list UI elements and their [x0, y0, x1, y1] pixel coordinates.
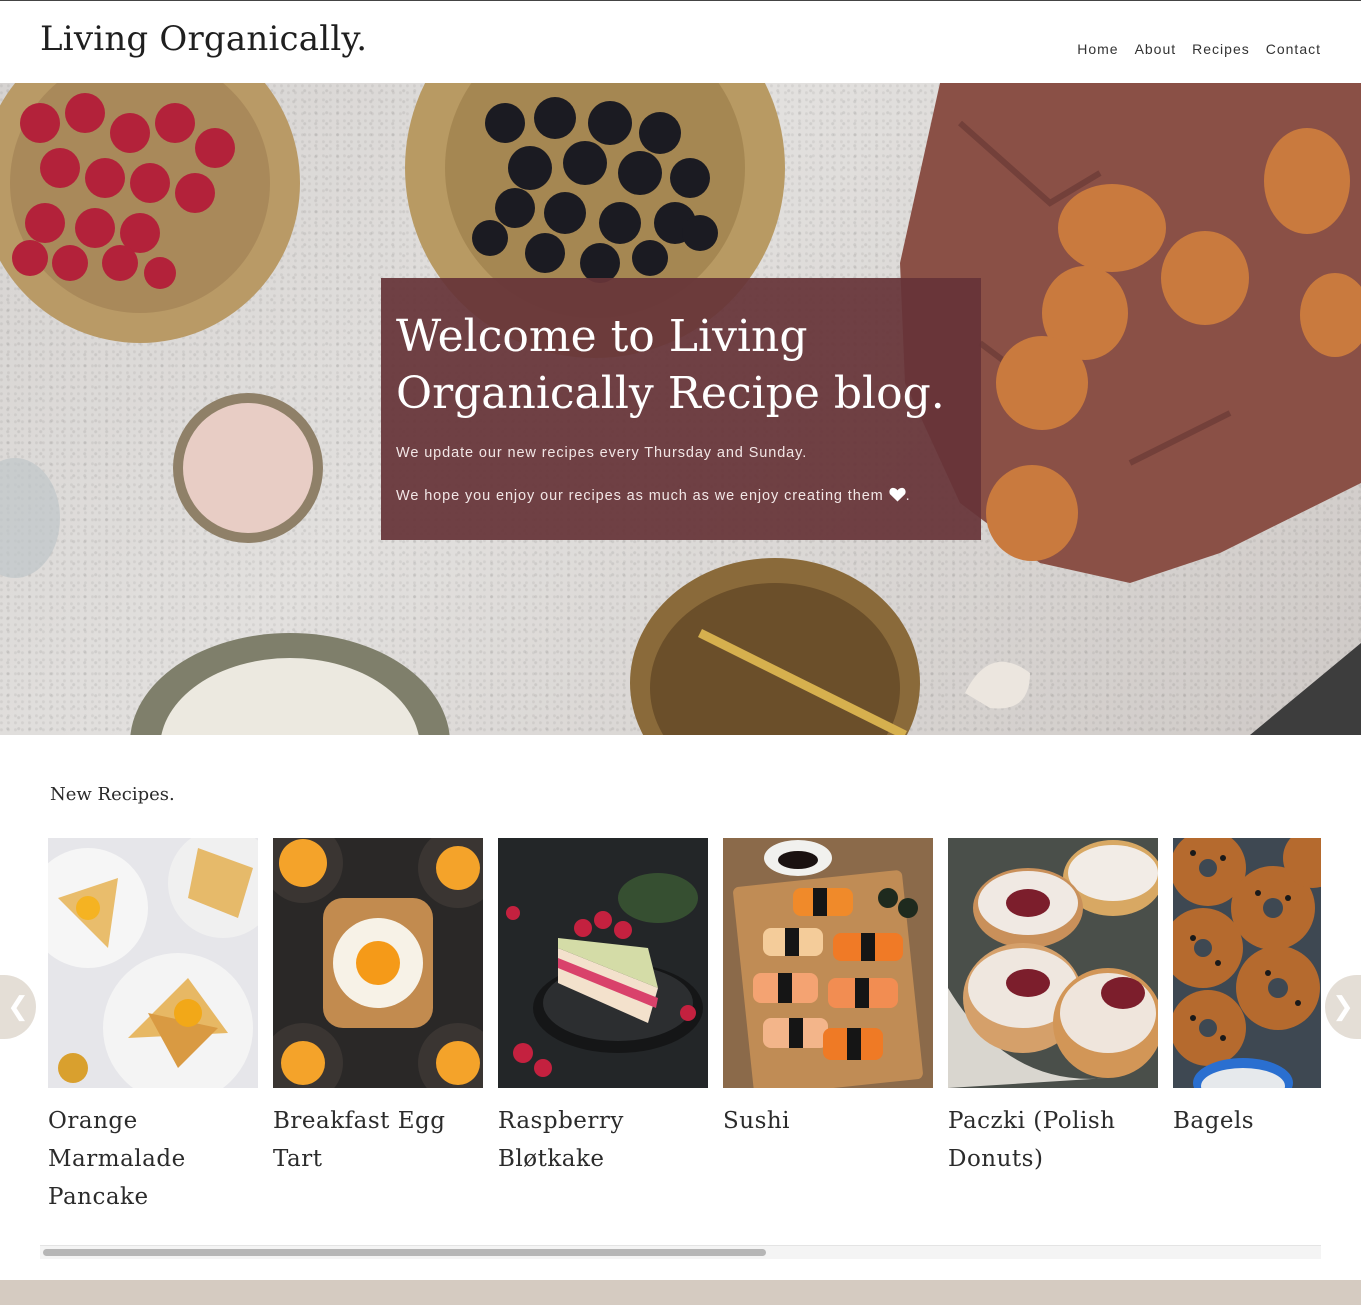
hero-title: Welcome to Living Organically Recipe blo… — [396, 311, 945, 419]
hero-welcome-box: Welcome to Living Organically Recipe blo… — [381, 278, 981, 540]
nav-contact[interactable]: Contact — [1266, 41, 1321, 57]
hero-schedule-text: We update our new recipes every Thursday… — [396, 445, 808, 461]
site-header: Living Organically. Home About Recipes C… — [0, 1, 1361, 83]
carousel-next-button[interactable]: ❯ — [1325, 975, 1361, 1039]
heart-icon — [888, 487, 906, 506]
recipe-carousel[interactable]: Orange Marmalade Pancake Breakfast Egg T… — [48, 838, 1321, 1238]
hero-enjoy-text-main: We hope you enjoy our recipes as much as… — [396, 488, 884, 504]
recipe-card[interactable]: Orange Marmalade Pancake — [48, 838, 258, 1216]
recipe-name[interactable]: Orange Marmalade Pancake — [48, 1102, 258, 1216]
recipe-image-bagels[interactable] — [1173, 838, 1321, 1088]
scrollbar-thumb[interactable] — [43, 1249, 766, 1256]
carousel-scrollbar[interactable] — [40, 1245, 1321, 1259]
nav-home[interactable]: Home — [1077, 41, 1118, 57]
recipe-card[interactable]: Sushi — [723, 838, 933, 1140]
site-title[interactable]: Living Organically. — [40, 19, 367, 59]
recipe-image-breakfast-egg-tart[interactable] — [273, 838, 483, 1088]
hero-banner: Welcome to Living Organically Recipe blo… — [0, 83, 1361, 735]
recipe-card[interactable]: Raspberry Bløtkake — [498, 838, 708, 1178]
new-recipes-title: New Recipes. — [50, 784, 175, 805]
nav-recipes[interactable]: Recipes — [1192, 41, 1250, 57]
recipe-name[interactable]: Paczki (Polish Donuts) — [948, 1102, 1158, 1178]
recipe-name[interactable]: Sushi — [723, 1102, 933, 1140]
hero-enjoy-text: We hope you enjoy our recipes as much as… — [396, 487, 911, 506]
recipe-name[interactable]: Bagels — [1173, 1102, 1321, 1140]
recipe-name[interactable]: Raspberry Bløtkake — [498, 1102, 708, 1178]
nav-about[interactable]: About — [1135, 41, 1177, 57]
recipe-image-raspberry-blotkake[interactable] — [498, 838, 708, 1088]
recipe-card[interactable]: Bagels — [1173, 838, 1321, 1140]
hero-enjoy-text-end: . — [905, 488, 911, 504]
recipe-card[interactable]: Breakfast Egg Tart — [273, 838, 483, 1178]
recipe-image-orange-marmalade-pancake[interactable] — [48, 838, 258, 1088]
recipe-image-sushi[interactable] — [723, 838, 933, 1088]
main-nav: Home About Recipes Contact — [1077, 41, 1321, 57]
recipe-image-paczki[interactable] — [948, 838, 1158, 1088]
recipe-card[interactable]: Paczki (Polish Donuts) — [948, 838, 1158, 1178]
footer-band — [0, 1280, 1361, 1305]
carousel-prev-button[interactable]: ❮ — [0, 975, 36, 1039]
recipe-name[interactable]: Breakfast Egg Tart — [273, 1102, 483, 1178]
